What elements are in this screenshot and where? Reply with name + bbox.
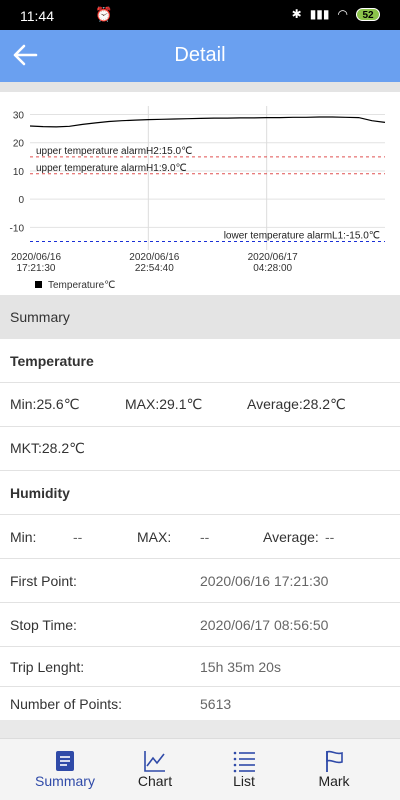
divider	[0, 720, 400, 738]
y-tick-label: 0	[18, 195, 24, 206]
trip-length-value: 15h 35m 20s	[200, 658, 281, 675]
first-point-row: First Point: 2020/06/16 17:21:30	[0, 559, 400, 603]
series-line	[29, 116, 386, 128]
nav-chart-label: Chart	[137, 773, 173, 789]
line-chart-icon	[144, 751, 165, 772]
nav-list[interactable]: List	[194, 739, 294, 800]
list-icon	[233, 751, 255, 773]
nav-mark-label: Mark	[318, 773, 350, 789]
alarm-off-icon: ⏰	[95, 6, 113, 22]
temperature-max: MAX:29.1℃	[125, 396, 203, 412]
flag-icon	[326, 750, 343, 772]
humidity-max-label: MAX:	[137, 528, 172, 545]
first-point-value: 2020/06/16 17:21:30	[200, 572, 329, 589]
temperature-mkt: MKT:28.2℃	[10, 440, 85, 456]
alarm-label: upper temperature alarmH1:9.0℃	[36, 163, 187, 174]
chart-svg: 3020100-102020/06/1617:21:302020/06/1622…	[10, 106, 386, 291]
summary-icon	[56, 751, 74, 771]
signal-icon: ▮▮▮	[309, 7, 330, 21]
nav-chart[interactable]: Chart	[105, 739, 205, 800]
bottom-navigation: Summary Chart List Mark	[0, 738, 400, 800]
status-icons: ✱ ▮▮▮ ◠ 52	[292, 7, 380, 21]
points-value: 5613	[200, 695, 232, 712]
stop-time-label: Stop Time:	[10, 616, 77, 633]
summary-header-label: Summary	[10, 309, 70, 325]
temperature-heading: Temperature	[10, 352, 94, 369]
points-label: Number of Points:	[10, 695, 123, 712]
nav-summary-label: Summary	[35, 773, 95, 789]
app-bar: Detail	[0, 30, 400, 82]
wifi-icon: ◠	[337, 7, 348, 21]
summary-section-header: Summary	[0, 295, 400, 339]
temperature-min: Min:25.6℃	[10, 396, 80, 412]
x-tick-date: 2020/06/16	[11, 252, 61, 263]
temperature-heading-row: Temperature	[0, 339, 400, 383]
humidity-min-label: Min:	[10, 528, 37, 545]
trip-length-label: Trip Lenght:	[10, 658, 85, 675]
humidity-max-value: --	[200, 528, 210, 545]
humidity-stats-row: Min: -- MAX: -- Average: --	[0, 515, 400, 559]
nav-list-label: List	[233, 773, 255, 789]
y-tick-label: 20	[13, 139, 25, 150]
temperature-average: Average:28.2℃	[247, 396, 346, 412]
nav-summary[interactable]: Summary	[15, 739, 115, 800]
y-tick-label: -10	[10, 223, 25, 234]
battery-icon: 52	[356, 7, 380, 21]
status-time: 11:44	[20, 8, 54, 24]
legend-label: Temperature℃	[48, 280, 115, 291]
humidity-min-value: --	[73, 528, 83, 545]
alarm-label: upper temperature alarmH2:15.0℃	[36, 146, 192, 157]
humidity-average-value: --	[325, 528, 335, 545]
alarm-label: lower temperature alarmL1:-15.0℃	[224, 231, 380, 242]
legend-swatch	[35, 281, 42, 288]
divider	[0, 82, 400, 92]
x-tick-time: 17:21:30	[17, 263, 56, 274]
temperature-mkt-row: MKT:28.2℃	[0, 427, 400, 471]
x-tick-date: 2020/06/17	[248, 252, 298, 263]
stop-time-row: Stop Time: 2020/06/17 08:56:50	[0, 603, 400, 647]
points-row: Number of Points: 5613	[0, 687, 400, 720]
y-tick-label: 10	[13, 167, 25, 178]
nav-mark[interactable]: Mark	[284, 739, 384, 800]
trip-length-row: Trip Lenght: 15h 35m 20s	[0, 647, 400, 687]
x-tick-time: 22:54:40	[135, 263, 174, 274]
temperature-chart[interactable]: 30 20 10 0 -10 2020/06/16 17:21:30 2020/06/16 22…	[0, 92, 400, 295]
humidity-heading-row: Humidity	[0, 471, 400, 515]
y-tick-label: 30	[13, 110, 25, 121]
temperature-stats-row: Min:25.6℃ MAX:29.1℃ Average:28.2℃	[0, 383, 400, 427]
x-tick-date: 2020/06/16	[129, 252, 179, 263]
page-title: Detail	[174, 44, 226, 66]
humidity-average-label: Average:	[263, 528, 319, 545]
bluetooth-icon: ✱	[291, 7, 302, 21]
stop-time-value: 2020/06/17 08:56:50	[200, 616, 329, 633]
status-bar: 11:44 ⏰ ✱ ▮▮▮ ◠ 52	[0, 0, 400, 30]
x-tick-time: 04:28:00	[253, 263, 292, 274]
humidity-heading: Humidity	[10, 484, 70, 501]
first-point-label: First Point:	[10, 572, 77, 589]
